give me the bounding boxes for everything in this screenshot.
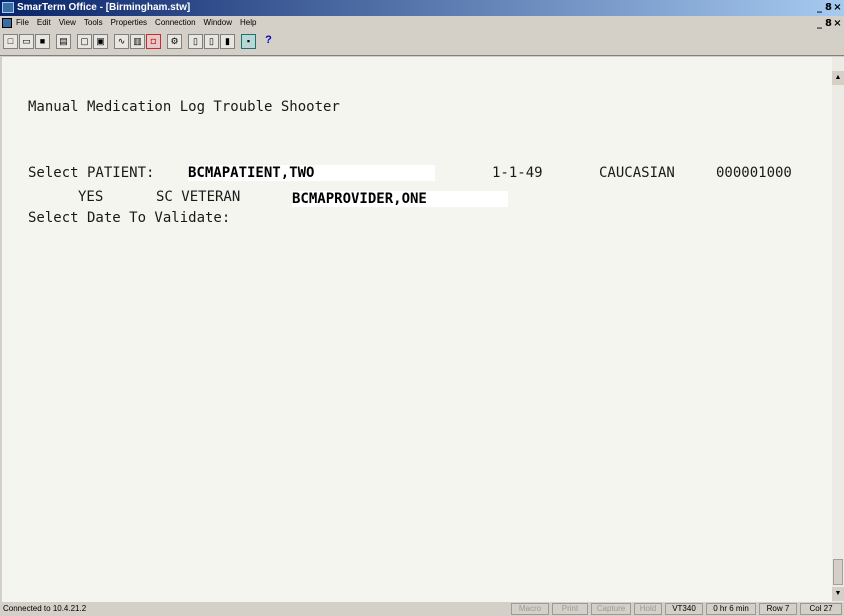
open-folder-icon[interactable]: ▭ <box>19 34 34 49</box>
scroll-up-arrow-icon[interactable]: ▲ <box>832 71 844 85</box>
print-icon[interactable]: ▤ <box>56 34 71 49</box>
settings-gear-icon[interactable]: ⚙ <box>167 34 182 49</box>
close-button[interactable]: × <box>833 1 842 14</box>
emulation-indicator: VT340 <box>665 603 703 615</box>
patient-race: CAUCASIAN <box>599 165 675 181</box>
title-bar: SmarTerm Office - [Birmingham.stw] _ 8 × <box>0 0 844 16</box>
maximize-button[interactable]: 8 <box>824 1 833 14</box>
scroll-thumb[interactable] <box>833 559 843 585</box>
menu-edit[interactable]: Edit <box>37 18 51 28</box>
select-date-prompt[interactable]: Select Date To Validate: <box>28 210 230 226</box>
screen-heading: Manual Medication Log Trouble Shooter <box>28 99 340 115</box>
macro-indicator: Macro <box>511 603 549 615</box>
menu-tools[interactable]: Tools <box>84 18 103 28</box>
patient-name-field[interactable]: BCMAPATIENT,TWO <box>188 165 435 181</box>
print-indicator: Print <box>552 603 588 615</box>
menu-help[interactable]: Help <box>240 18 256 28</box>
window-title: SmarTerm Office - [Birmingham.stw] <box>17 2 191 13</box>
menu-view[interactable]: View <box>59 18 76 28</box>
paste-icon[interactable]: ▣ <box>93 34 108 49</box>
veteran-flag: YES <box>78 189 104 205</box>
macro-icon[interactable]: ▥ <box>130 34 145 49</box>
menu-bar: File Edit View Tools Properties Connecti… <box>0 16 844 30</box>
cursor-col: Col 27 <box>800 603 842 615</box>
menu-connection[interactable]: Connection <box>155 18 195 28</box>
save-icon[interactable]: ■ <box>35 34 50 49</box>
vertical-scrollbar[interactable]: ▲ ▼ <box>832 57 844 602</box>
smarterm-app-icon[interactable] <box>2 2 14 13</box>
new-file-icon[interactable]: □ <box>3 34 18 49</box>
patient-dob: 1-1-49 <box>492 165 543 181</box>
document-window-controls: _ 8 × <box>815 17 842 30</box>
menu-properties[interactable]: Properties <box>111 18 147 28</box>
session-timer: 0 hr 6 min <box>706 603 756 615</box>
doc-minimize-button[interactable]: _ <box>815 17 824 30</box>
provider-name: BCMAPROVIDER,ONE <box>292 191 508 207</box>
veteran-status: SC VETERAN <box>156 189 241 205</box>
monitor-icon[interactable]: ▪ <box>241 34 256 49</box>
doc-close-button[interactable]: × <box>833 17 842 30</box>
connection-status: Connected to 10.4.21.2 <box>3 604 87 613</box>
terminal-screen[interactable]: Manual Medication Log Trouble Shooter Se… <box>2 57 832 602</box>
window-icon[interactable]: ▯ <box>188 34 203 49</box>
select-patient-prompt: Select PATIENT: <box>28 165 163 181</box>
capture-indicator: Capture <box>591 603 631 615</box>
copy-icon[interactable]: ▢ <box>77 34 92 49</box>
help-icon[interactable]: ? <box>261 34 276 49</box>
document-icon[interactable]: ▮ <box>220 34 235 49</box>
menu-file[interactable]: File <box>16 18 29 28</box>
scroll-down-arrow-icon[interactable]: ▼ <box>832 587 844 601</box>
cursor-row: Row 7 <box>759 603 797 615</box>
window-controls: _ 8 × <box>815 1 842 14</box>
doc-maximize-button[interactable]: 8 <box>824 17 833 30</box>
script-icon[interactable]: ∿ <box>114 34 129 49</box>
tile-icon[interactable]: ▯ <box>204 34 219 49</box>
toolbar: □ ▭ ■ ▤ ▢ ▣ ∿ ▥ ◘ ⚙ ▯ ▯ ▮ ▪ ? <box>0 30 844 56</box>
document-window-icon[interactable] <box>2 18 12 28</box>
minimize-button[interactable]: _ <box>815 1 824 14</box>
hold-indicator: Hold <box>634 603 662 615</box>
patient-id: 000001000 <box>716 165 792 181</box>
menu-window[interactable]: Window <box>204 18 232 28</box>
status-bar: Connected to 10.4.21.2 Macro Print Captu… <box>0 602 844 616</box>
record-icon[interactable]: ◘ <box>146 34 161 49</box>
